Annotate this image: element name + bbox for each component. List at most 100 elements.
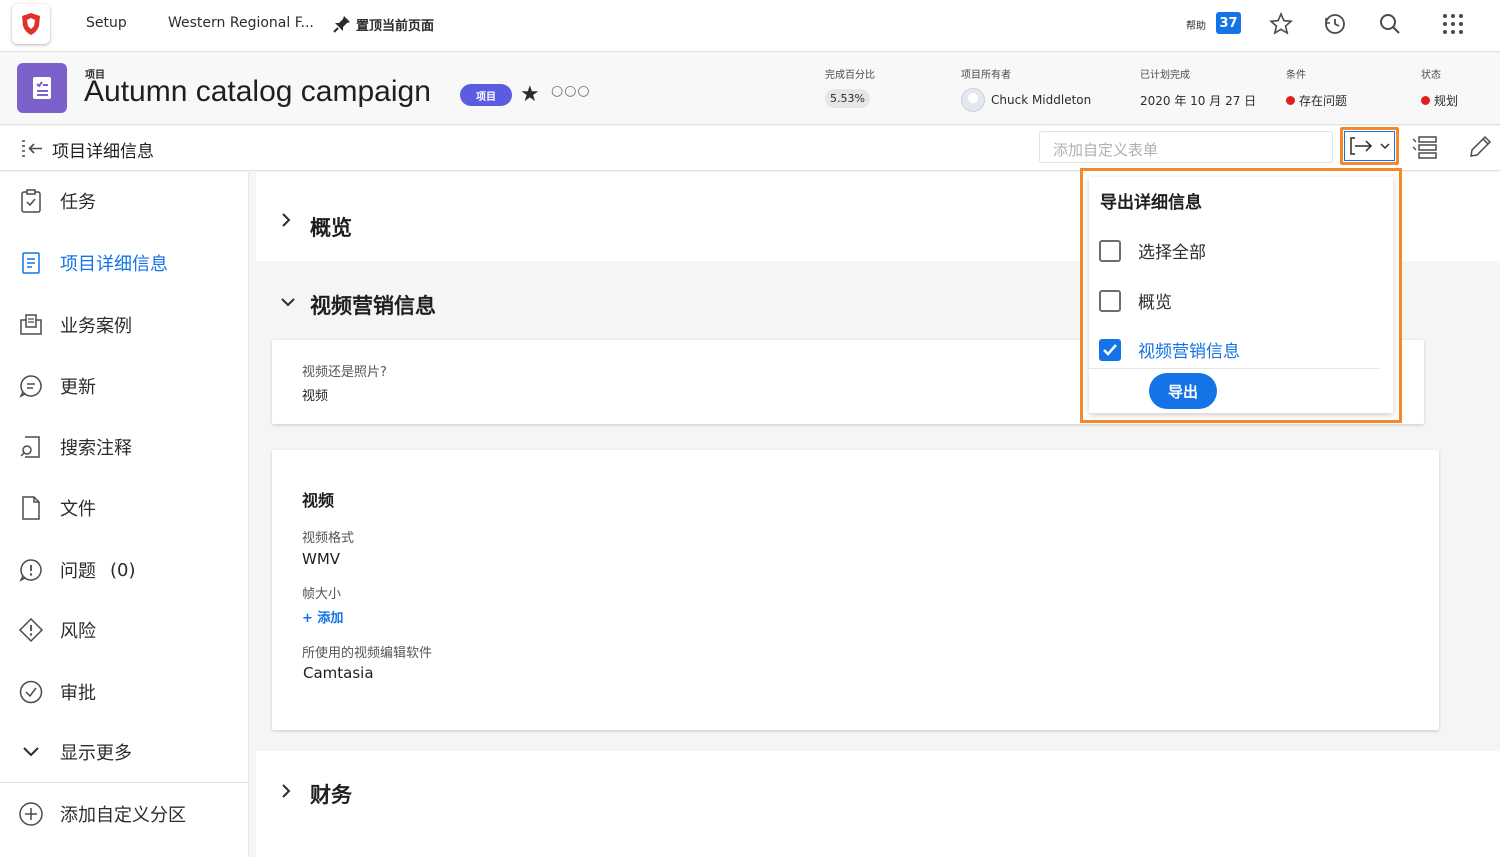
status-dot-icon <box>1421 96 1430 105</box>
chevron-right-icon <box>280 783 292 803</box>
breadcrumb-link[interactable]: Western Regional F... <box>168 15 314 31</box>
search-icon[interactable] <box>1378 12 1402 36</box>
sidebar-item-project-details[interactable]: 项目详细信息 <box>18 250 168 276</box>
briefcase-document-icon <box>20 314 42 335</box>
add-custom-form-input[interactable]: 添加自定义表单 <box>1039 131 1333 163</box>
help-count-badge[interactable]: 37 <box>1216 12 1241 34</box>
select-all-label: 选择全部 <box>1138 243 1206 263</box>
sidebar-show-more[interactable]: 显示更多 <box>18 739 132 765</box>
sidebar-item-label: 审批 <box>60 683 96 704</box>
overview-title: 概览 <box>310 216 352 240</box>
video-format-value[interactable]: WMV <box>302 550 340 568</box>
sidebar-item-label: 业务案例 <box>60 316 132 337</box>
pin-label: 置顶当前页面 <box>356 18 435 34</box>
select-all-option[interactable]: 选择全部 <box>1099 238 1206 263</box>
frame-size-add-link[interactable]: + 添加 <box>302 607 343 626</box>
planned-date: 2020 年 10 月 27 日 <box>1140 94 1257 108</box>
owner-name: Chuck Middleton <box>991 93 1092 107</box>
condition-text: 存在问题 <box>1299 94 1348 108</box>
finance-title: 财务 <box>310 783 352 807</box>
percent-complete-label: 完成百分比 <box>825 70 875 81</box>
sidebar-item-label: 搜索注释 <box>60 438 132 459</box>
sidebar-item-label: 文件 <box>60 499 96 520</box>
planned-completion-label: 已计划完成 <box>1140 70 1190 81</box>
sidebar-item-risks[interactable]: 风险 <box>18 617 96 643</box>
favorite-star-icon[interactable]: ★ <box>520 82 540 107</box>
sidebar-divider <box>0 782 249 783</box>
owner-label: 项目所有者 <box>961 70 1011 81</box>
video-or-photo-label: 视频还是照片? <box>302 365 387 380</box>
collapse-panel-icon[interactable] <box>20 139 44 159</box>
pin-page-button[interactable]: 置顶当前页面 <box>332 14 434 34</box>
status-value[interactable]: 规划 <box>1421 92 1458 109</box>
sidebar-item-tasks[interactable]: 任务 <box>18 188 96 214</box>
project-badge: 项目 <box>460 84 512 106</box>
pin-icon <box>333 16 350 33</box>
sidebar-item-label: 问题 <box>60 561 96 582</box>
issues-count: (0) <box>110 559 136 581</box>
document-icon <box>22 252 40 274</box>
export-button[interactable] <box>1340 127 1399 165</box>
export-details-panel: 导出详细信息 选择全部 概览 视频营销信息 导出 <box>1089 177 1393 413</box>
finance-section-header[interactable]: 财务 <box>256 751 1500 857</box>
frame-size-label: 帧大小 <box>302 587 342 602</box>
percent-pill: 5.53% <box>825 89 870 108</box>
list-view-icon[interactable] <box>1411 134 1439 160</box>
sidebar-item-label: 显示更多 <box>60 743 132 764</box>
project-icon <box>17 63 67 113</box>
chevron-down-icon <box>280 293 296 312</box>
sidebar-item-label: 更新 <box>60 377 96 398</box>
sidebar-item-approvals[interactable]: 审批 <box>18 679 96 705</box>
clipboard-check-icon <box>21 189 41 213</box>
section-title: 项目详细信息 <box>52 142 154 162</box>
overview-option-label: 概览 <box>1138 293 1172 313</box>
page-title: Autumn catalog campaign <box>84 75 431 108</box>
check-circle-icon <box>19 680 43 704</box>
export-dropdown-title: 导出详细信息 <box>1100 193 1202 213</box>
video-marketing-option[interactable]: 视频营销信息 <box>1099 337 1240 362</box>
avatar <box>961 88 985 112</box>
overview-option[interactable]: 概览 <box>1099 288 1172 313</box>
status-label: 状态 <box>1421 70 1441 81</box>
history-icon[interactable] <box>1323 12 1347 36</box>
video-or-photo-value[interactable]: 视频 <box>302 385 328 404</box>
owner-value[interactable]: Chuck Middleton <box>961 88 1091 112</box>
sidebar-item-business-case[interactable]: 业务案例 <box>18 312 132 338</box>
condition-value[interactable]: 存在问题 <box>1286 92 1347 109</box>
planned-completion-value: 2020 年 10 月 27 日 <box>1140 92 1256 109</box>
setup-link[interactable]: Setup <box>86 15 127 31</box>
sidebar: 任务 项目详细信息 业务案例 更新 搜索注释 文件 问题 (0) 风险 审批 显… <box>0 172 249 857</box>
sidebar-item-label: 项目详细信息 <box>60 254 168 275</box>
sidebar-item-label: 任务 <box>60 192 96 213</box>
add-circle-icon <box>19 802 43 826</box>
help-link[interactable]: 帮助 <box>1186 17 1206 32</box>
condition-dot-icon <box>1286 96 1295 105</box>
sidebar-item-search-notes[interactable]: 搜索注释 <box>18 434 132 460</box>
app-logo-icon[interactable] <box>12 4 50 44</box>
sidebar-add-custom-section[interactable]: 添加自定义分区 <box>18 801 186 827</box>
star-icon[interactable] <box>1269 12 1293 36</box>
video-format-label: 视频格式 <box>302 531 355 546</box>
risk-diamond-icon <box>18 617 44 643</box>
search-notes-icon <box>20 436 40 458</box>
apps-grid-icon[interactable] <box>1441 12 1465 36</box>
export-submit-button[interactable]: 导出 <box>1149 373 1217 409</box>
sidebar-item-updates[interactable]: 更新 <box>18 373 96 399</box>
editing-software-value[interactable]: Camtasia <box>303 664 374 682</box>
sidebar-item-issues[interactable]: 问题 (0) <box>18 557 136 583</box>
sidebar-item-files[interactable]: 文件 <box>18 495 96 521</box>
video-marketing-checkbox[interactable] <box>1099 338 1121 361</box>
top-navigation: Setup Western Regional F... 置顶当前页面 帮助 37 <box>0 0 1500 52</box>
edit-pencil-icon[interactable] <box>1467 134 1493 160</box>
select-all-checkbox[interactable] <box>1099 239 1121 262</box>
chevron-down-icon <box>1379 143 1390 150</box>
more-options-icon[interactable]: ○○○ <box>551 83 591 99</box>
overview-checkbox[interactable] <box>1099 289 1121 312</box>
details-toolbar: 项目详细信息 添加自定义表单 <box>0 126 1500 171</box>
chevron-down-icon <box>23 747 39 757</box>
checkmark-icon <box>1103 343 1117 356</box>
editing-software-label: 所使用的视频编辑软件 <box>302 646 433 661</box>
alert-bubble-icon <box>19 559 42 582</box>
condition-label: 条件 <box>1286 70 1306 81</box>
file-icon <box>22 496 40 520</box>
